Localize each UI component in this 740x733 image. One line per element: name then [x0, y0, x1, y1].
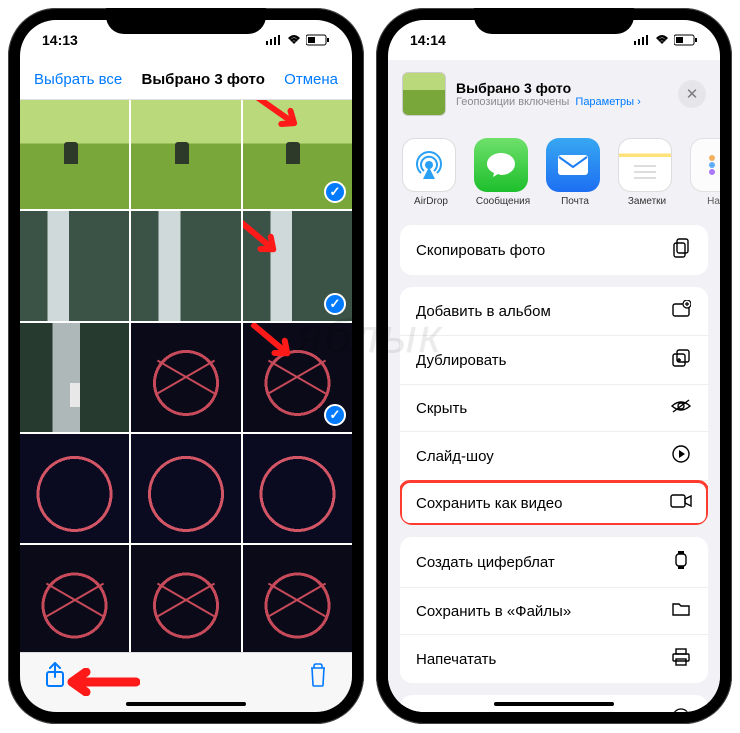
action-save-video[interactable]: Сохранить как видео: [400, 481, 708, 525]
home-indicator[interactable]: [126, 702, 246, 706]
battery-icon: [306, 34, 330, 46]
photo-thumb[interactable]: [20, 545, 129, 654]
photo-thumb-selected[interactable]: ✓: [243, 211, 352, 320]
airdrop-icon: [402, 138, 456, 192]
status-indicators: [634, 34, 698, 46]
signal-icon: [634, 35, 650, 45]
action-copy[interactable]: Скопировать фото: [400, 225, 708, 275]
photo-thumb[interactable]: [20, 323, 129, 432]
action-print[interactable]: Напечатать: [400, 635, 708, 683]
wifi-icon: [654, 34, 670, 46]
action-list: Скопировать фото Добавить в альбом Дубли…: [388, 225, 720, 712]
notch: [474, 8, 634, 34]
photo-thumb[interactable]: [131, 323, 240, 432]
photo-thumb[interactable]: [20, 434, 129, 543]
photo-thumb[interactable]: [131, 545, 240, 654]
mail-icon: [546, 138, 600, 192]
close-button[interactable]: ✕: [678, 80, 706, 108]
album-icon: [670, 300, 692, 322]
home-indicator[interactable]: [494, 702, 614, 706]
print-icon: [670, 648, 692, 670]
app-airdrop[interactable]: AirDrop: [402, 138, 460, 207]
app-label: Почта: [546, 196, 604, 207]
photo-thumb-selected[interactable]: ✓: [243, 323, 352, 432]
select-all-button[interactable]: Выбрать все: [34, 71, 122, 88]
share-sheet: Выбрано 3 фото Геопозиции включены Парам…: [388, 60, 720, 712]
photo-thumb[interactable]: [131, 211, 240, 320]
screen-photos: 14:13 Выбрать все Выбрано 3 фото Отмена …: [20, 20, 352, 712]
share-title: Выбрано 3 фото: [456, 80, 641, 96]
selection-check-icon: ✓: [324, 293, 346, 315]
nav-bar: Выбрать все Выбрано 3 фото Отмена: [20, 60, 352, 100]
app-next[interactable]: Напо: [690, 138, 720, 207]
action-watchface[interactable]: Создать циферблат: [400, 537, 708, 588]
battery-icon: [674, 34, 698, 46]
duplicate-icon: [670, 349, 692, 371]
status-indicators: [266, 34, 330, 46]
play-icon: [670, 445, 692, 467]
messages-icon: [474, 138, 528, 192]
app-label: Сообщения: [474, 196, 532, 207]
notes-icon: [618, 138, 672, 192]
signal-icon: [266, 35, 282, 45]
share-header: Выбрано 3 фото Геопозиции включены Парам…: [388, 60, 720, 128]
preview-thumb: [402, 72, 446, 116]
selection-check-icon: ✓: [324, 404, 346, 426]
annotation-arrow: [249, 100, 312, 141]
folder-icon: [670, 601, 692, 621]
wifi-icon: [286, 34, 302, 46]
hide-icon: [670, 398, 692, 418]
share-button[interactable]: [44, 662, 66, 693]
app-icon: [690, 138, 720, 192]
action-duplicate[interactable]: Дублировать: [400, 336, 708, 385]
trash-button[interactable]: [308, 663, 328, 692]
screen-share-sheet: 14:14 Выбрано 3 фото Геопозиции включены…: [388, 20, 720, 712]
photo-thumb[interactable]: [243, 434, 352, 543]
photo-thumb[interactable]: [131, 434, 240, 543]
cancel-button[interactable]: Отмена: [284, 71, 338, 88]
annotation-arrow: [244, 323, 305, 371]
vsco-icon: [670, 708, 692, 712]
app-label: AirDrop: [402, 196, 460, 207]
photo-thumb-selected[interactable]: ✓: [243, 100, 352, 209]
share-subtitle: Геопозиции включены Параметры ›: [456, 96, 641, 108]
notch: [106, 8, 266, 34]
photo-thumb[interactable]: [20, 100, 129, 209]
action-slideshow[interactable]: Слайд-шоу: [400, 432, 708, 481]
phone-left: 14:13 Выбрать все Выбрано 3 фото Отмена …: [8, 8, 364, 724]
action-hide[interactable]: Скрыть: [400, 385, 708, 432]
photo-thumb[interactable]: [20, 211, 129, 320]
status-time: 14:14: [410, 32, 446, 48]
app-label: Напо: [690, 196, 720, 207]
photo-thumb[interactable]: [243, 545, 352, 654]
copy-icon: [670, 238, 692, 262]
action-add-album[interactable]: Добавить в альбом: [400, 287, 708, 336]
video-icon: [670, 494, 692, 512]
status-time: 14:13: [42, 32, 78, 48]
annotation-arrow: [243, 211, 292, 267]
annotation-arrow: [60, 668, 140, 696]
phone-right: 14:14 Выбрано 3 фото Геопозиции включены…: [376, 8, 732, 724]
app-messages[interactable]: Сообщения: [474, 138, 532, 207]
options-link[interactable]: Параметры ›: [572, 96, 640, 108]
app-label: Заметки: [618, 196, 676, 207]
selection-check-icon: ✓: [324, 181, 346, 203]
photo-grid: ✓ ✓ ✓: [20, 100, 352, 712]
photo-thumb[interactable]: [131, 100, 240, 209]
app-notes[interactable]: Заметки: [618, 138, 676, 207]
app-mail[interactable]: Почта: [546, 138, 604, 207]
nav-title: Выбрано 3 фото: [142, 71, 265, 88]
app-row[interactable]: AirDrop Сообщения Почта: [388, 128, 720, 225]
watch-icon: [670, 550, 692, 574]
action-save-files[interactable]: Сохранить в «Файлы»: [400, 588, 708, 635]
